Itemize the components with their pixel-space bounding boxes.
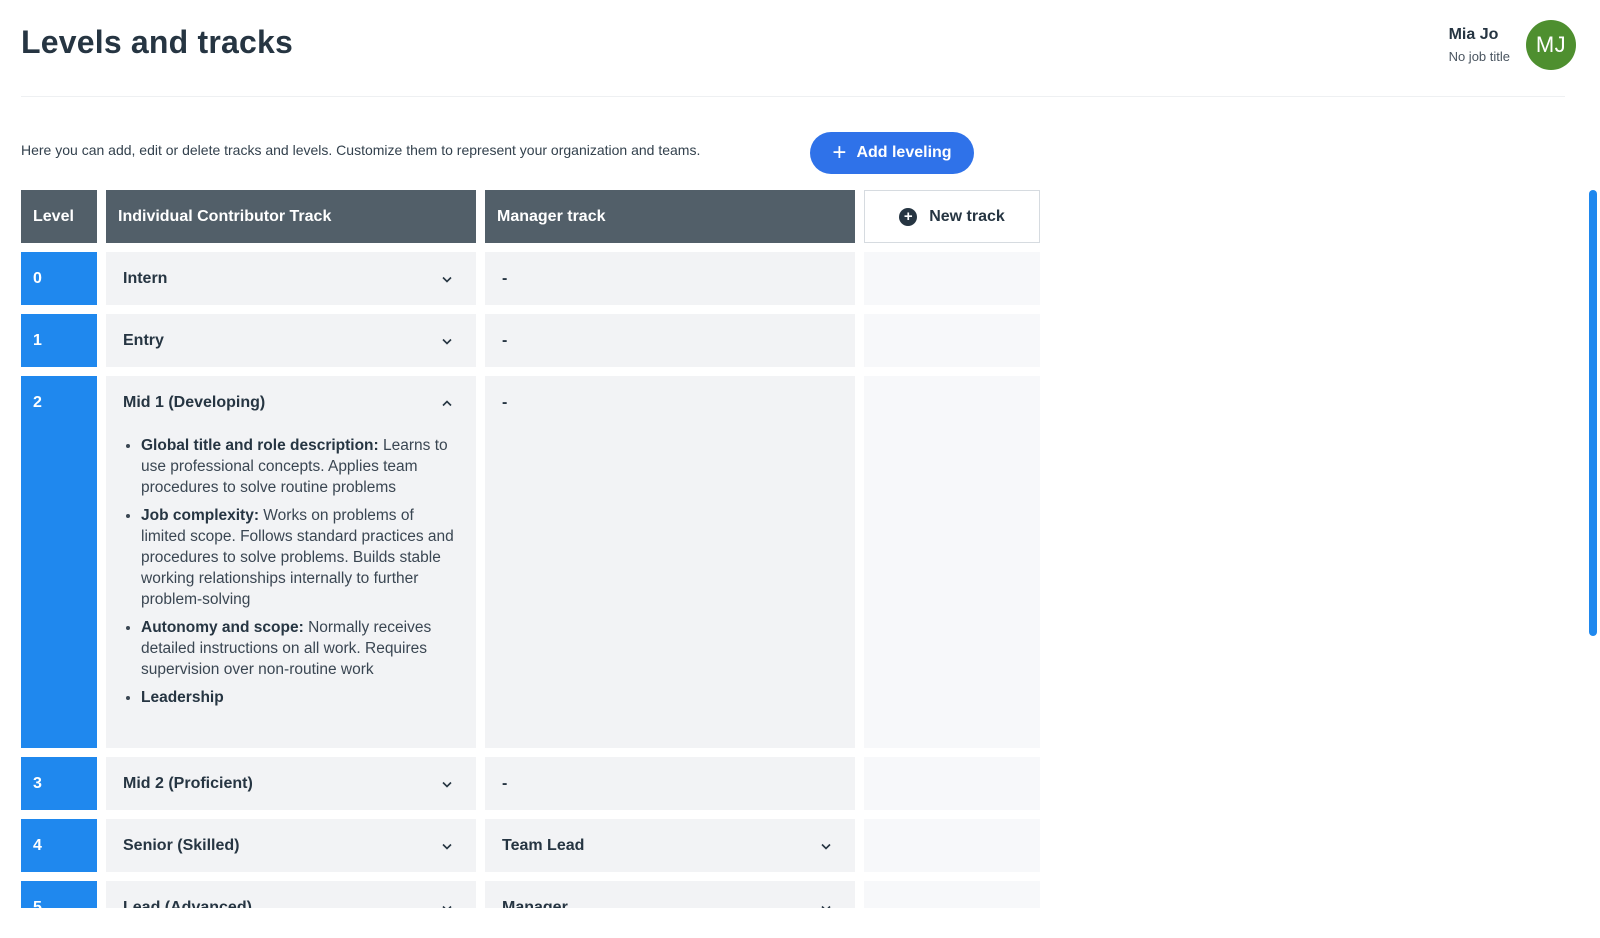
- ic-level-title: Lead (Advanced): [123, 899, 252, 908]
- list-item: Leadership: [141, 687, 454, 708]
- ic-level-title: Mid 1 (Developing): [123, 394, 266, 411]
- manager-cell[interactable]: -: [485, 757, 855, 810]
- ic-cell-expanded[interactable]: Mid 1 (Developing) Global title and role…: [106, 376, 476, 748]
- detail-label: Job complexity:: [141, 507, 259, 524]
- manager-cell[interactable]: Team Lead: [485, 819, 855, 872]
- user-job-title: No job title: [1448, 48, 1510, 64]
- manager-level-title: Manager: [502, 899, 568, 908]
- header-ic-track: Individual Contributor Track: [106, 190, 476, 243]
- ic-level-title: Intern: [123, 270, 168, 287]
- new-track-cell: [864, 819, 1040, 872]
- new-track-label: New track: [929, 207, 1005, 225]
- manager-cell[interactable]: -: [485, 314, 855, 367]
- ic-cell[interactable]: Lead (Advanced): [106, 881, 476, 908]
- manager-cell[interactable]: -: [485, 252, 855, 305]
- new-track-button[interactable]: + New track: [864, 190, 1040, 243]
- chevron-down-icon[interactable]: [819, 901, 833, 908]
- header-level: Level: [21, 190, 97, 243]
- list-item: Job complexity: Works on problems of lim…: [141, 505, 454, 610]
- manager-cell[interactable]: Manager: [485, 881, 855, 908]
- new-track-cell: [864, 314, 1040, 367]
- plus-icon: +: [832, 139, 847, 166]
- intro-text: Here you can add, edit or delete tracks …: [21, 142, 701, 158]
- chevron-down-icon[interactable]: [440, 334, 454, 348]
- level-badge: 3: [21, 757, 97, 810]
- chevron-down-icon[interactable]: [440, 839, 454, 853]
- level-badge: 5: [21, 881, 97, 908]
- manager-level-title: Team Lead: [502, 837, 585, 854]
- ic-cell[interactable]: Senior (Skilled): [106, 819, 476, 872]
- plus-circle-icon: +: [899, 207, 918, 226]
- ic-cell[interactable]: Mid 2 (Proficient): [106, 757, 476, 810]
- level-badge: 4: [21, 819, 97, 872]
- header-divider: [21, 96, 1565, 97]
- header-manager-track: Manager track: [485, 190, 855, 243]
- user-profile[interactable]: Mia Jo No job title MJ: [1449, 20, 1576, 70]
- chevron-down-icon[interactable]: [440, 272, 454, 286]
- manager-cell[interactable]: -: [485, 376, 855, 748]
- new-track-cell: [864, 252, 1040, 305]
- vertical-scrollbar[interactable]: [1589, 190, 1597, 636]
- ic-level-title: Mid 2 (Proficient): [123, 775, 253, 792]
- ic-cell[interactable]: Intern: [106, 252, 476, 305]
- detail-label: Leadership: [141, 689, 224, 706]
- chevron-down-icon[interactable]: [440, 901, 454, 908]
- user-name: Mia Jo: [1448, 25, 1499, 43]
- manager-level-title: -: [502, 394, 508, 411]
- manager-level-title: -: [502, 775, 508, 792]
- level-details-list: Global title and role description: Learn…: [123, 435, 454, 708]
- chevron-down-icon[interactable]: [440, 777, 454, 791]
- new-track-cell: [864, 757, 1040, 810]
- chevron-up-icon[interactable]: [440, 396, 454, 410]
- ic-cell[interactable]: Entry: [106, 314, 476, 367]
- new-track-cell: [864, 376, 1040, 748]
- avatar[interactable]: MJ: [1526, 20, 1576, 70]
- ic-level-title: Senior (Skilled): [123, 837, 240, 854]
- add-leveling-label: Add leveling: [856, 144, 952, 161]
- page-title: Levels and tracks: [21, 24, 293, 60]
- ic-level-title: Entry: [123, 332, 164, 349]
- list-item: Global title and role description: Learn…: [141, 435, 454, 498]
- level-badge: 0: [21, 252, 97, 305]
- detail-label: Autonomy and scope:: [141, 619, 304, 636]
- add-leveling-button[interactable]: + Add leveling: [810, 132, 974, 174]
- level-badge: 1: [21, 314, 97, 367]
- level-badge: 2: [21, 376, 97, 748]
- list-item: Autonomy and scope: Normally receives de…: [141, 617, 454, 680]
- new-track-cell: [864, 881, 1040, 908]
- manager-level-title: -: [502, 332, 508, 349]
- detail-label: Global title and role description:: [141, 437, 379, 454]
- levels-table: Level Individual Contributor Track Manag…: [21, 190, 1043, 908]
- manager-level-title: -: [502, 270, 508, 287]
- chevron-down-icon[interactable]: [819, 839, 833, 853]
